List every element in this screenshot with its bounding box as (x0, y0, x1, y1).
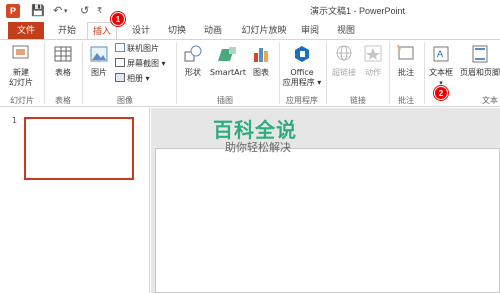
svg-text:A: A (437, 49, 443, 59)
shapes-icon (184, 45, 202, 62)
group-label-images: 图像 (117, 96, 133, 105)
watermark-subtitle: 助你轻松解决 (225, 141, 291, 154)
slide-thumbnail-pane: 1 (0, 108, 150, 293)
group-label-apps: 应用程序 (286, 96, 318, 105)
ribbon-tabs: 文件 开始 插入 设计 切换 动画 幻灯片放映 审阅 视图 (0, 22, 500, 40)
tab-animations[interactable]: 动画 (200, 22, 226, 40)
action-star-icon (364, 45, 382, 62)
group-label-text: 文本 (482, 96, 498, 105)
group-divider (424, 42, 425, 104)
chart-button[interactable]: 图表 (249, 44, 273, 78)
ribbon-insert: 新建 幻灯片 幻灯片 表格 表格 图片 联机图片 屏幕截图 ▾ 相册 ▾ 图像 … (0, 39, 500, 107)
album-button[interactable]: 相册 ▾ (115, 73, 150, 85)
screenshot-button[interactable]: 屏幕截图 ▾ (115, 58, 166, 70)
window-title: 演示文稿1 - PowerPoint (310, 6, 406, 16)
tab-file[interactable]: 文件 (8, 22, 44, 40)
annotation-badge-1: 1 (111, 12, 125, 26)
group-label-slides: 幻灯片 (10, 96, 34, 105)
tab-home[interactable]: 开始 (52, 22, 82, 40)
group-label-illustrations: 插图 (217, 96, 233, 105)
chart-icon (254, 48, 268, 62)
group-divider (326, 42, 327, 104)
powerpoint-logo-icon: P (6, 4, 20, 18)
textbox-button[interactable]: A 文本框 ▾ (427, 44, 455, 88)
new-slide-icon (12, 45, 29, 59)
redo-icon[interactable]: ↺ (80, 3, 89, 19)
comment-icon (397, 44, 414, 60)
action-button[interactable]: 动作 (361, 44, 385, 78)
hyperlink-button[interactable]: 超链接 (329, 44, 359, 78)
hyperlink-icon (336, 45, 352, 61)
screenshot-icon (115, 58, 125, 67)
tab-slideshow[interactable]: 幻灯片放映 (234, 22, 294, 40)
picture-button[interactable]: 图片 (86, 44, 112, 78)
picture-icon (90, 46, 108, 62)
annotation-badge-2: 2 (434, 86, 448, 100)
tab-design[interactable]: 设计 (128, 22, 154, 40)
title-bar: P 💾 ↶ ▾ ↺ ₹ 演示文稿1 - PowerPoint (0, 0, 500, 22)
online-picture-icon (115, 43, 125, 52)
save-icon[interactable]: 💾 (31, 3, 45, 19)
office-store-icon (295, 46, 309, 62)
new-slide-button[interactable]: 新建 幻灯片 (6, 44, 36, 88)
tab-transitions[interactable]: 切换 (164, 22, 190, 40)
slide-canvas[interactable] (155, 148, 500, 293)
undo-dropdown-icon[interactable]: ▾ (64, 3, 68, 19)
shapes-button[interactable]: 形状 (180, 44, 206, 78)
group-label-tables: 表格 (55, 96, 71, 105)
tab-view[interactable]: 视图 (333, 22, 359, 40)
group-label-comments: 批注 (398, 96, 414, 105)
tab-insert[interactable]: 插入 (87, 22, 117, 40)
header-footer-button[interactable]: 页眉和页脚 (456, 44, 500, 78)
group-divider (82, 42, 83, 104)
group-divider (176, 42, 177, 104)
textbox-icon: A (433, 46, 449, 62)
header-footer-icon (472, 45, 488, 63)
table-button[interactable]: 表格 (48, 44, 78, 78)
comment-button[interactable]: 批注 (392, 44, 420, 78)
table-icon (54, 46, 72, 62)
online-picture-button[interactable]: 联机图片 (115, 43, 159, 55)
undo-icon[interactable]: ↶ (53, 3, 62, 19)
slide-editor (151, 108, 500, 293)
customize-toolbar-icon[interactable]: ₹ (97, 3, 102, 19)
slide-number: 1 (12, 116, 18, 125)
smartart-button[interactable]: SmartArt (208, 44, 248, 78)
tab-review[interactable]: 审阅 (297, 22, 323, 40)
group-label-links: 链接 (350, 96, 366, 105)
office-apps-button[interactable]: Office 应用程序 ▾ (281, 44, 323, 88)
smartart-icon (218, 47, 236, 61)
album-icon (115, 73, 125, 82)
slide-thumbnail[interactable] (24, 117, 134, 180)
group-divider (44, 42, 45, 104)
